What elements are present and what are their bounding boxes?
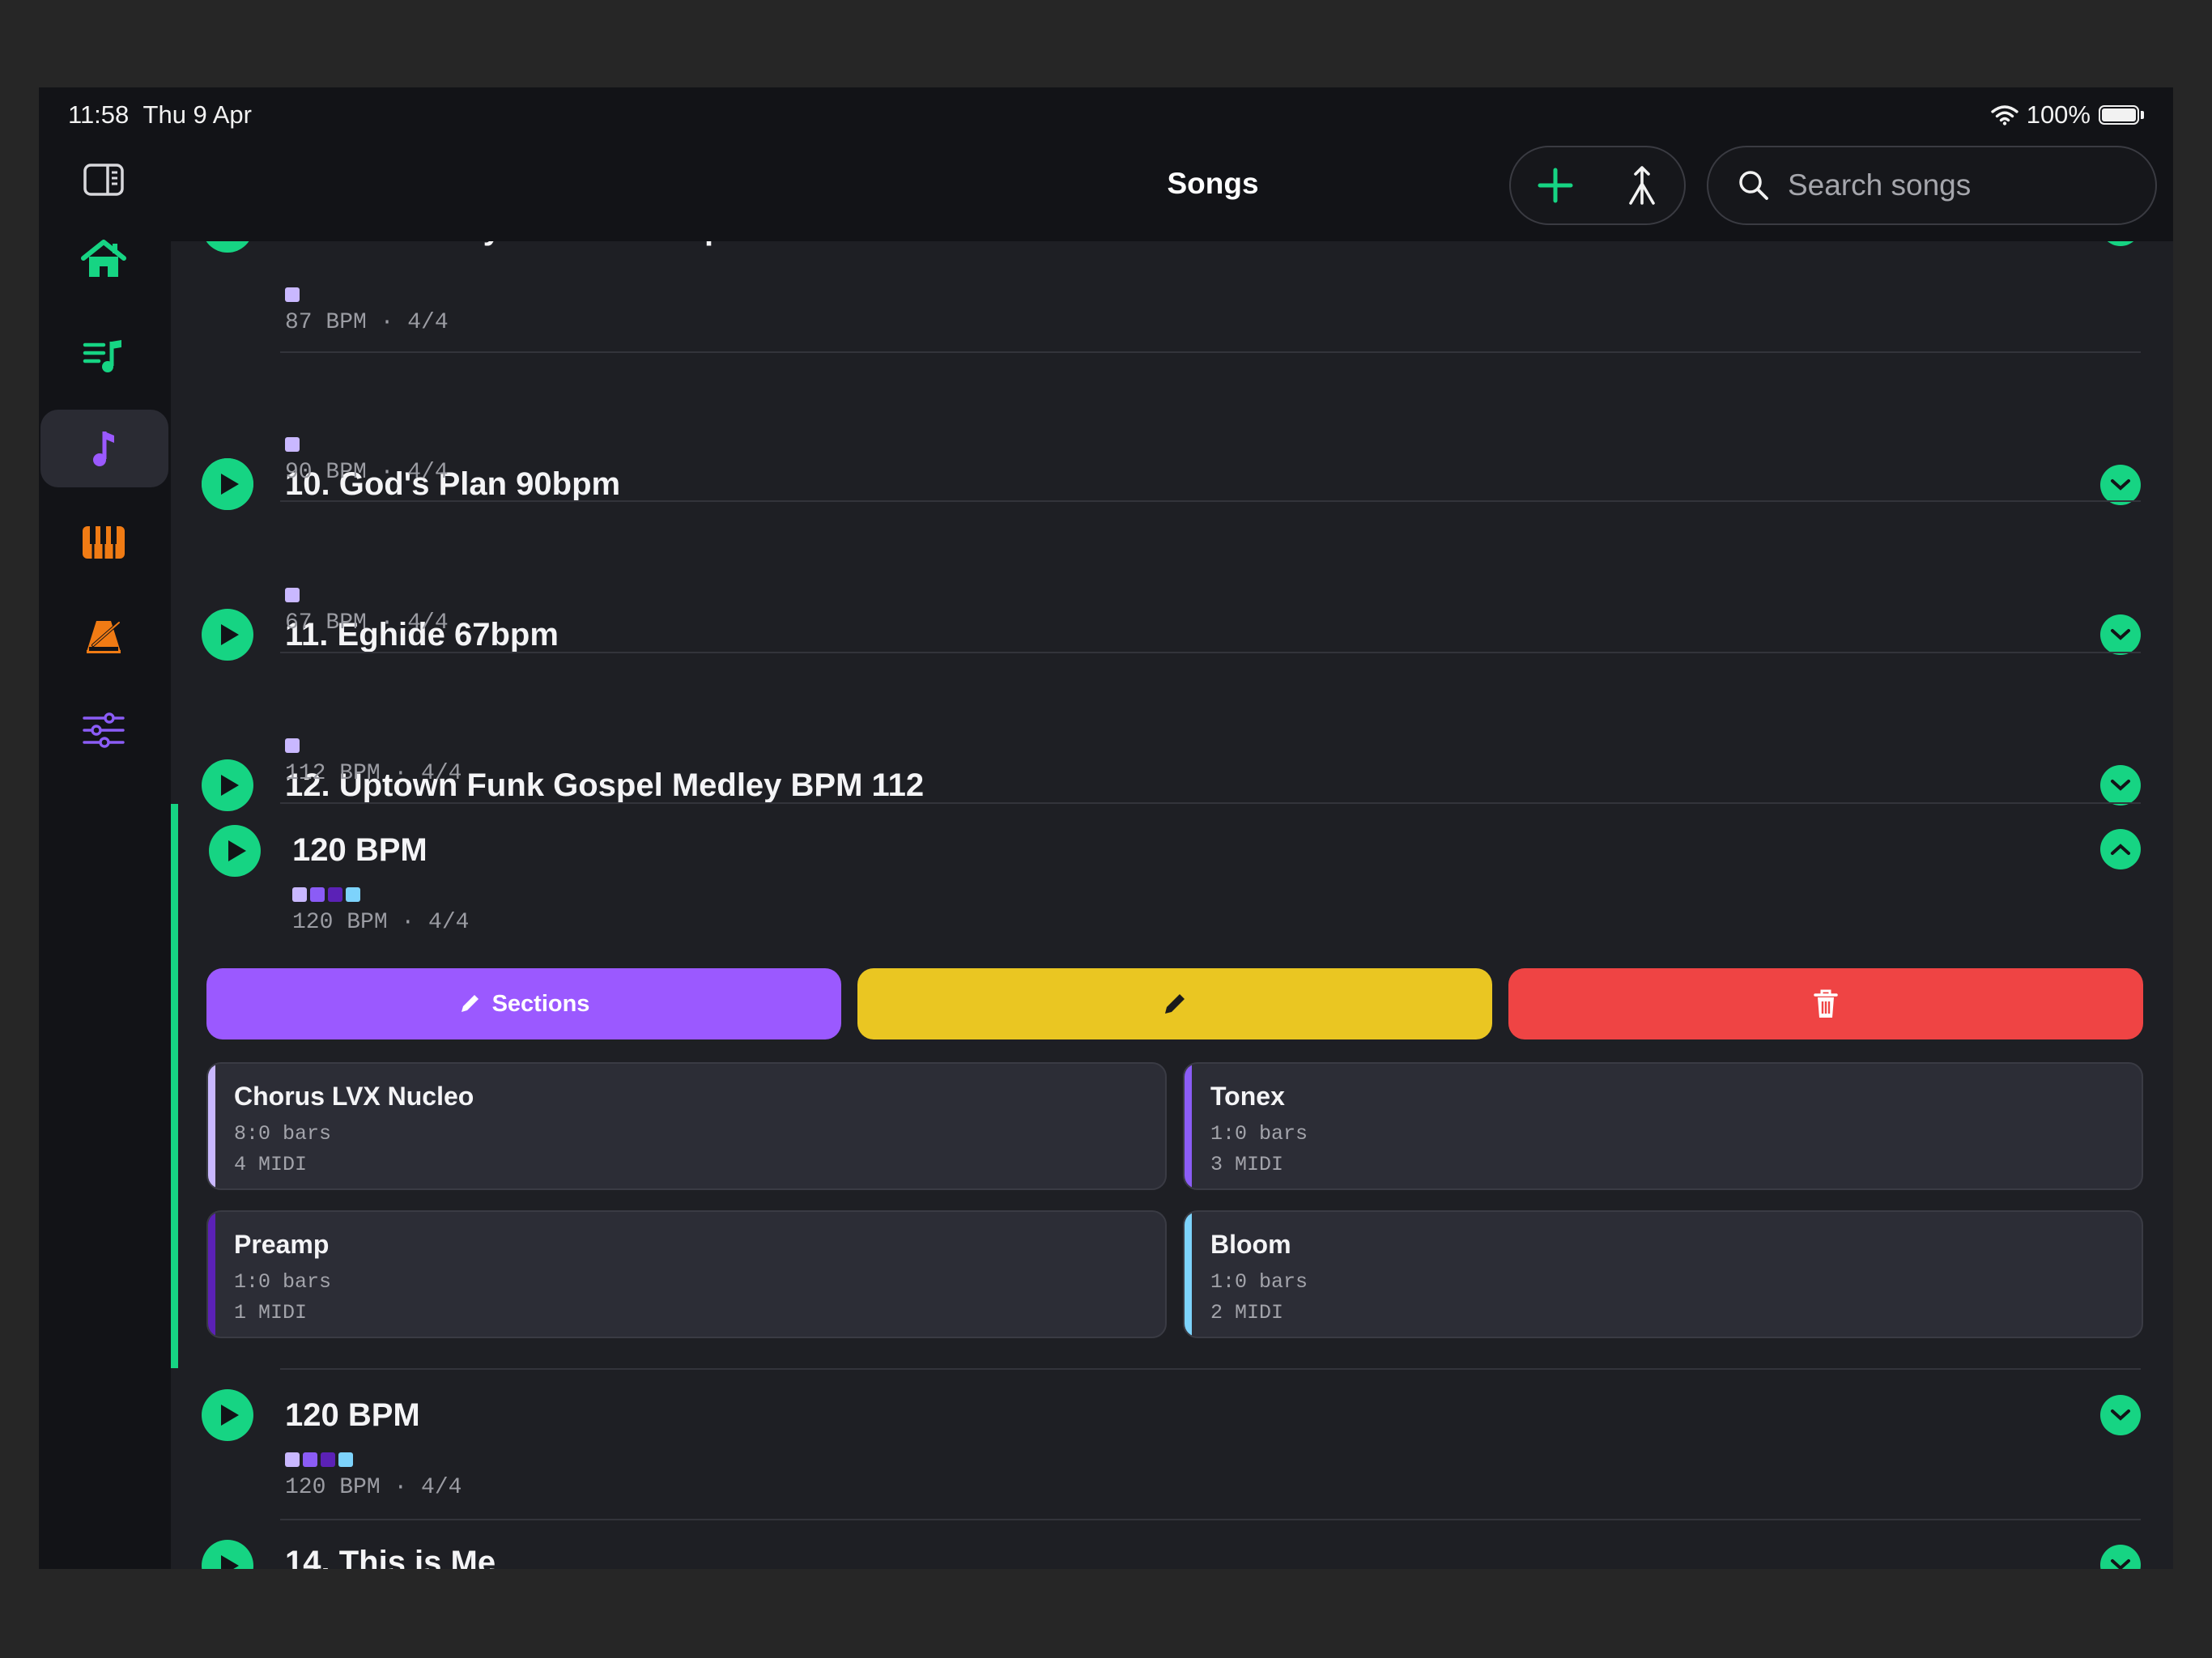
add-song-plus-icon[interactable] xyxy=(1537,167,1574,204)
section-midi-count: 2 MIDI xyxy=(1210,1301,1284,1324)
collapse-chevron-icon[interactable] xyxy=(2100,829,2141,869)
song-title: 120 BPM xyxy=(292,832,428,868)
section-length: 1:0 bars xyxy=(1210,1270,1308,1294)
search-field[interactable] xyxy=(1707,146,2157,225)
battery-nub xyxy=(2141,111,2144,119)
section-color xyxy=(208,1064,215,1188)
swatch xyxy=(321,1452,335,1467)
section-name: Preamp xyxy=(234,1230,330,1259)
search-input[interactable] xyxy=(1786,168,2129,203)
edit-pencil-icon xyxy=(1165,994,1185,1014)
status-time: 11:58 xyxy=(68,100,130,129)
song-title: 120 BPM xyxy=(285,1397,420,1433)
section-name: Chorus LVX Nucleo xyxy=(234,1082,474,1111)
divider xyxy=(280,1368,2141,1370)
expand-chevron-icon[interactable] xyxy=(2100,1545,2141,1569)
section-length: 8:0 bars xyxy=(234,1122,332,1146)
home-icon xyxy=(81,240,126,277)
sliders-icon xyxy=(83,712,125,748)
edit-song-button[interactable] xyxy=(857,968,1492,1039)
delete-song-button[interactable] xyxy=(1508,968,2143,1039)
section-card[interactable]: Preamp 1:0 bars 1 MIDI xyxy=(206,1210,1167,1338)
piano-icon xyxy=(83,526,125,559)
status-bar-time: 11:58 Thu 9 Apr xyxy=(68,100,252,130)
sidebar-item-home[interactable] xyxy=(39,220,168,298)
song-meta: 120 BPM · 4/4 xyxy=(285,1475,462,1500)
music-note-icon xyxy=(93,432,114,466)
search-icon xyxy=(1739,171,1768,200)
section-midi-count: 3 MIDI xyxy=(1210,1153,1284,1176)
song-title: 14. This is Me xyxy=(285,1545,496,1569)
play-button[interactable] xyxy=(202,1389,253,1441)
section-color xyxy=(208,1212,215,1337)
section-card[interactable]: Chorus LVX Nucleo 8:0 bars 4 MIDI xyxy=(206,1062,1167,1190)
play-button[interactable] xyxy=(209,825,261,877)
header-actions xyxy=(1509,146,1686,225)
pencil-icon xyxy=(461,995,479,1012)
sidebar-item-mixer[interactable] xyxy=(39,691,168,769)
metronome-icon xyxy=(87,621,121,653)
section-length: 1:0 bars xyxy=(1210,1122,1308,1146)
expanded-indicator xyxy=(171,804,178,1368)
sections-label: Sections xyxy=(491,990,590,1017)
sidebar-item-piano[interactable] xyxy=(39,504,168,581)
swatch xyxy=(303,1452,317,1467)
section-midi-count: 4 MIDI xyxy=(234,1153,308,1176)
section-swatches xyxy=(292,887,360,902)
merge-icon[interactable] xyxy=(1626,164,1658,206)
section-name: Bloom xyxy=(1210,1230,1291,1259)
section-midi-count: 1 MIDI xyxy=(234,1301,308,1324)
ipad-screen: 1.1. His Mercy Endures 87bpm 87 BPM · 4/… xyxy=(39,87,2173,1569)
swatch xyxy=(292,887,307,902)
section-card[interactable]: Bloom 1:0 bars 2 MIDI xyxy=(1183,1210,2143,1338)
swatch xyxy=(338,1452,353,1467)
expanded-song-area: 120 BPM 120 BPM · 4/4 Sections Chorus LV… xyxy=(171,87,2173,1569)
swatch xyxy=(328,887,342,902)
swatch xyxy=(310,887,325,902)
divider xyxy=(280,1519,2141,1520)
sidebar-toggle-icon xyxy=(83,164,124,196)
sections-button[interactable]: Sections xyxy=(206,968,841,1039)
sidebar-item-playlist[interactable] xyxy=(39,317,168,395)
section-card[interactable]: Tonex 1:0 bars 3 MIDI xyxy=(1183,1062,2143,1190)
swatch xyxy=(346,887,360,902)
section-swatches xyxy=(285,1452,353,1467)
sidebar-toggle[interactable] xyxy=(39,141,168,219)
battery-percent: 100% xyxy=(2026,100,2091,129)
section-name: Tonex xyxy=(1210,1082,1285,1111)
sidebar-item-songs[interactable] xyxy=(40,410,168,487)
playlist-icon xyxy=(83,340,121,372)
status-date: Thu 9 Apr xyxy=(143,100,252,129)
battery-icon xyxy=(2099,105,2139,125)
sidebar xyxy=(39,87,171,1569)
status-bar-right: 100% xyxy=(1991,100,2144,130)
section-color xyxy=(1185,1212,1192,1337)
wifi-icon xyxy=(1991,105,2018,125)
expand-chevron-icon[interactable] xyxy=(2100,1395,2141,1435)
swatch xyxy=(285,1452,300,1467)
sidebar-item-metronome[interactable] xyxy=(39,597,168,675)
trash-icon xyxy=(1814,989,1838,1018)
play-button[interactable] xyxy=(202,1540,253,1569)
page-title: Songs xyxy=(1167,167,1259,200)
song-meta: 120 BPM · 4/4 xyxy=(292,910,470,935)
section-color xyxy=(1185,1064,1192,1188)
section-length: 1:0 bars xyxy=(234,1270,332,1294)
